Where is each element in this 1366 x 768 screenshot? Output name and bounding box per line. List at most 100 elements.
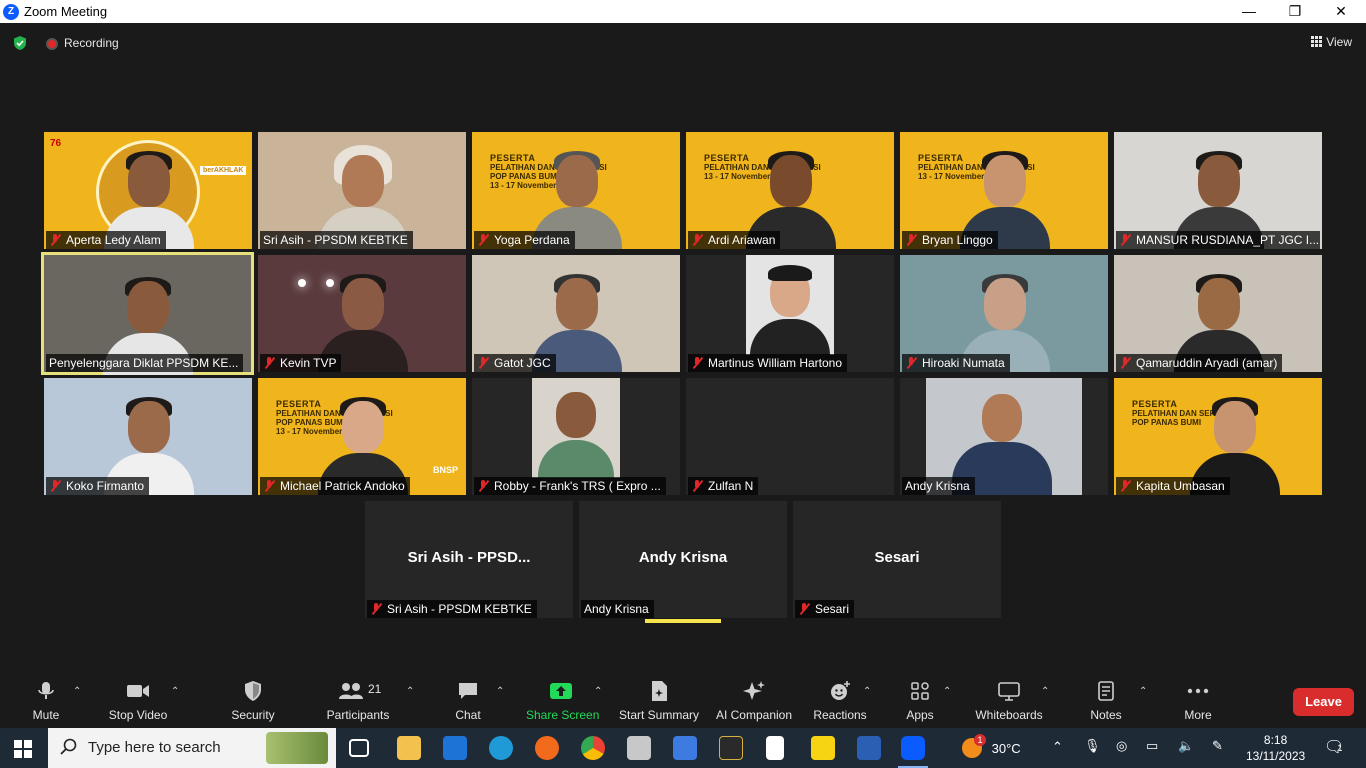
recording-label[interactable]: Recording <box>64 36 119 50</box>
weather-sun-icon: 1 <box>962 734 986 758</box>
task-view-icon[interactable] <box>349 739 369 757</box>
more-dots-icon <box>1187 688 1209 694</box>
mail-icon[interactable] <box>443 736 467 760</box>
ai-companion-button[interactable]: AI Companion <box>714 680 794 722</box>
reactions-button[interactable]: Reactions <box>812 680 868 722</box>
window-title-bar: Z Zoom Meeting — ❐ ✕ <box>0 0 1366 23</box>
chrome-icon[interactable] <box>581 736 605 760</box>
security-shield-icon[interactable] <box>12 35 28 51</box>
security-button[interactable]: Security <box>228 680 278 722</box>
media-app-icon[interactable] <box>719 736 743 760</box>
battery-icon[interactable]: ▭ <box>1146 738 1158 754</box>
notes-icon <box>1098 681 1114 701</box>
video-tile-no-video[interactable]: Sri Asih - PPSD... Sri Asih - PPSDM KEBT… <box>365 501 573 618</box>
participant-display-name: Andy Krisna <box>638 549 728 566</box>
video-tile[interactable]: Andy Krisna <box>900 378 1108 495</box>
muted-mic-icon <box>1119 480 1131 492</box>
notifications-icon[interactable]: 🗨1 <box>1324 737 1349 757</box>
video-tile-no-video[interactable]: Andy Krisna Andy Krisna <box>579 501 787 618</box>
video-tile[interactable]: Qamaruddin Aryadi (amar) <box>1114 255 1322 372</box>
apps-options-chevron-icon[interactable]: ⌃ <box>943 686 951 697</box>
windows-start-icon[interactable] <box>14 740 32 758</box>
firefox-icon[interactable] <box>535 736 559 760</box>
search-placeholder: Type here to search <box>88 739 221 756</box>
participants-button[interactable]: 21 Participants <box>326 680 390 722</box>
sticky-notes-icon[interactable] <box>811 736 835 760</box>
share-screen-button[interactable]: Share Screen <box>526 680 599 722</box>
whiteboard-icon <box>998 682 1020 701</box>
video-tile-no-video[interactable]: Sesari Sesari <box>793 501 1001 618</box>
video-tile-active-speaker[interactable]: Penyelenggara Diklat PPSDM KE... <box>41 252 254 375</box>
participant-name: Penyelenggara Diklat PPSDM KE... <box>46 354 244 372</box>
microsoft-store-icon[interactable] <box>673 736 697 760</box>
video-tile[interactable]: Koko Firmanto <box>44 378 252 495</box>
apps-icon <box>911 682 929 700</box>
gallery-page-indicator <box>645 619 721 623</box>
notes-options-chevron-icon[interactable]: ⌃ <box>1139 686 1147 697</box>
video-tile[interactable]: PESERTA PELATIHAN DAN SERTIFIKASI 13 - 17 … <box>686 132 894 249</box>
printer-app-icon[interactable] <box>627 736 651 760</box>
zoom-taskbar-icon[interactable] <box>901 736 925 760</box>
video-tile[interactable]: Sri Asih - PPSDM KEBTKE <box>258 132 466 249</box>
microphone-tray-icon[interactable]: 🎙 <box>1084 738 1101 754</box>
notes-button[interactable]: Notes <box>1086 680 1126 722</box>
zoom-logo-icon: Z <box>3 4 19 20</box>
video-tile[interactable]: Hiroaki Numata <box>900 255 1108 372</box>
volume-icon[interactable]: 🔈 <box>1178 738 1194 754</box>
more-button[interactable]: More <box>1178 680 1218 722</box>
stop-video-button[interactable]: Stop Video <box>106 680 170 722</box>
video-tile[interactable]: Robby - Frank's TRS ( Expro ... <box>472 378 680 495</box>
audio-options-chevron-icon[interactable]: ⌃ <box>73 686 81 697</box>
muted-mic-icon <box>691 234 703 246</box>
taskbar-search-box[interactable]: Type here to search <box>48 728 336 768</box>
participant-name: Sesari <box>795 600 855 618</box>
muted-mic-icon <box>798 603 810 615</box>
weather-widget[interactable]: 1 30°C <box>962 734 1021 758</box>
video-tile[interactable]: Kevin TVP <box>258 255 466 372</box>
whiteboards-options-chevron-icon[interactable]: ⌃ <box>1041 686 1049 697</box>
muted-mic-icon <box>477 357 489 369</box>
clock-date: 13/11/2023 <box>1246 749 1306 763</box>
document-icon[interactable] <box>766 736 784 760</box>
maximize-button[interactable]: ❐ <box>1272 0 1318 23</box>
reactions-options-chevron-icon[interactable]: ⌃ <box>863 686 871 697</box>
video-tile[interactable]: PESERTA PELATIHAN DAN SERTIFIKASI POP PANA… <box>258 378 466 495</box>
start-summary-button[interactable]: Start Summary <box>618 680 700 722</box>
view-button[interactable]: View <box>1311 35 1352 49</box>
video-tile[interactable]: Gatot JGC <box>472 255 680 372</box>
video-tile[interactable]: Martinus William Hartono <box>686 255 894 372</box>
show-hidden-icons-chevron-icon[interactable]: ⌃ <box>1052 739 1063 755</box>
video-tile[interactable]: PESERTA PELATIHAN DAN SERTIFIKASI POP PANA… <box>472 132 680 249</box>
participants-count: 21 <box>368 682 382 696</box>
edge-browser-icon[interactable] <box>489 736 513 760</box>
mute-button[interactable]: Mute <box>26 680 66 722</box>
chat-button[interactable]: Chat <box>448 680 488 722</box>
apps-button[interactable]: Apps <box>900 680 940 722</box>
view-label: View <box>1326 35 1352 49</box>
video-tile[interactable]: PESERTA PELATIHAN DAN SERTIFIKASI 13 - 17 … <box>900 132 1108 249</box>
participant-name: Sri Asih - PPSDM KEBTKE <box>367 600 537 618</box>
video-options-chevron-icon[interactable]: ⌃ <box>171 686 179 697</box>
close-button[interactable]: ✕ <box>1318 0 1364 23</box>
participant-name: Zulfan N <box>688 477 759 495</box>
taskbar-clock[interactable]: 8:18 13/11/2023 <box>1246 732 1305 764</box>
word-icon[interactable] <box>857 736 881 760</box>
video-tile[interactable]: 76 berAKHLAK Aperta Ledy Alam <box>44 132 252 249</box>
chat-options-chevron-icon[interactable]: ⌃ <box>496 686 504 697</box>
video-tile[interactable]: MANSUR RUSDIANA_PT JGC I... <box>1114 132 1322 249</box>
share-options-chevron-icon[interactable]: ⌃ <box>594 686 602 697</box>
video-tile[interactable]: PESERTA PELATIHAN DAN SERTIFIKASI POP PANA… <box>1114 378 1322 495</box>
whiteboards-button[interactable]: Whiteboards <box>972 680 1046 722</box>
camera-tray-icon[interactable]: ◎ <box>1116 738 1127 754</box>
participant-name: Robby - Frank's TRS ( Expro ... <box>474 477 666 495</box>
participant-name: Kapita Umbasan <box>1116 477 1230 495</box>
minimize-button[interactable]: — <box>1226 0 1272 23</box>
file-explorer-icon[interactable] <box>397 736 421 760</box>
weather-temp: 30°C <box>991 740 1021 756</box>
participants-options-chevron-icon[interactable]: ⌃ <box>406 686 414 697</box>
leave-button[interactable]: Leave <box>1293 688 1354 716</box>
video-tile-no-video[interactable]: Zulfan N <box>686 378 894 495</box>
security-shield-icon <box>245 681 261 701</box>
pen-icon[interactable]: ✎ <box>1212 738 1223 754</box>
clock-time: 8:18 <box>1263 733 1288 747</box>
